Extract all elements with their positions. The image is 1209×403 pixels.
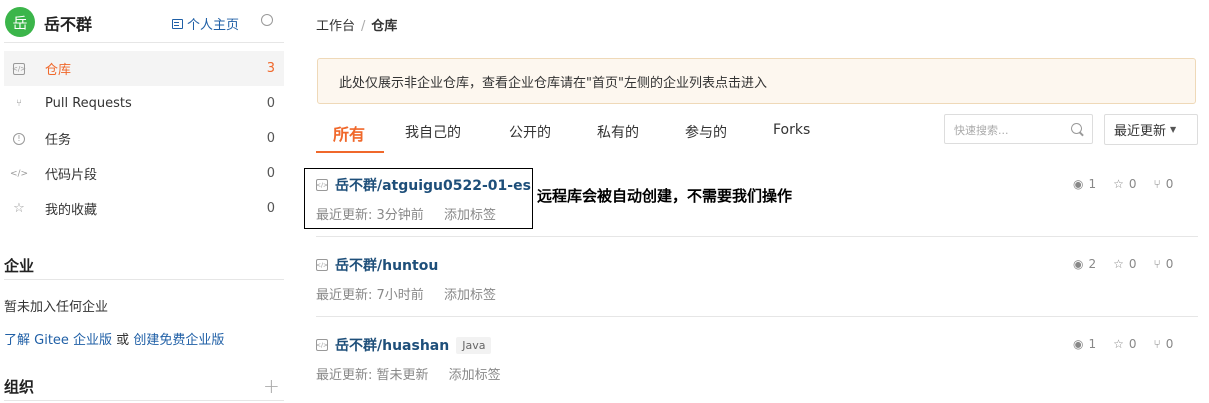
tab-active-indicator — [316, 151, 384, 153]
star-icon: ☆ — [1113, 177, 1124, 191]
fork-stat[interactable]: ⑂ 0 — [1154, 257, 1174, 271]
divider — [4, 400, 284, 401]
enterprise-links: 了解 Gitee 企业版 或 创建免费企业版 — [4, 329, 224, 348]
issue-icon: ! — [13, 132, 25, 145]
notice-text: 此处仅展示非企业仓库，查看企业仓库请在"首页"左侧的企业列表点击进入 — [339, 75, 767, 91]
divider — [316, 236, 1198, 237]
notice-banner: 此处仅展示非企业仓库，查看企业仓库请在"首页"左侧的企业列表点击进入 — [317, 58, 1196, 104]
add-tag-link[interactable]: 添加标签 — [449, 368, 501, 383]
repo-name-link[interactable]: 岳不群/atguigu0522-01-es — [335, 175, 531, 195]
eye-icon: ◉ — [1073, 177, 1084, 191]
divider — [4, 42, 284, 43]
add-tag-link[interactable]: 添加标签 — [444, 208, 496, 223]
search-icon[interactable] — [1071, 123, 1082, 134]
sidebar-item-favorites[interactable]: ☆ 我的收藏 0 — [4, 191, 284, 226]
create-enterprise-link[interactable]: 创建免费企业版 — [133, 333, 224, 348]
sidebar-item-count: 0 — [266, 96, 275, 111]
sidebar-item-label: 我的收藏 — [45, 203, 98, 218]
tab-mine[interactable]: 我自己的 — [405, 122, 461, 142]
search-box — [944, 114, 1093, 144]
repo-stats: ◉ 1 ☆ 0 ⑂ 0 — [1073, 337, 1173, 351]
repo-title: </> 岳不群/huntou — [316, 255, 438, 275]
fork-icon: ⑂ — [1153, 177, 1161, 191]
sidebar-item-count: 0 — [266, 131, 275, 146]
sidebar-item-label: 仓库 — [45, 63, 72, 78]
tab-forks[interactable]: Forks — [773, 122, 810, 138]
tab-participated[interactable]: 参与的 — [685, 122, 727, 142]
breadcrumb-separator: / — [361, 19, 366, 34]
breadcrumb-current: 仓库 — [371, 19, 398, 34]
watch-stat[interactable]: ◉ 1 — [1073, 337, 1096, 351]
username[interactable]: 岳不群 — [44, 11, 92, 35]
annotation-text: 远程库会被自动创建，不需要我们操作 — [537, 187, 793, 205]
caret-down-icon: ▼ — [1170, 125, 1177, 134]
sidebar-item-label: 代码片段 — [45, 168, 98, 183]
repo-updated: 最近更新: 7小时前 — [316, 288, 424, 303]
sidebar-item-repos[interactable]: </> 仓库 3 — [4, 51, 284, 86]
repo-stats: ◉ 1 ☆ 0 ⑂ 0 — [1073, 177, 1173, 191]
star-stat[interactable]: ☆ 0 — [1113, 257, 1136, 271]
repo-name-link[interactable]: 岳不群/huntou — [335, 255, 438, 275]
add-tag-link[interactable]: 添加标签 — [444, 288, 496, 303]
enterprise-empty-text: 暂未加入任何企业 — [4, 300, 109, 315]
language-badge: Java — [456, 336, 492, 354]
sort-dropdown[interactable]: 最近更新 ▼ — [1104, 114, 1198, 145]
repo-stats: ◉ 2 ☆ 0 ⑂ 0 — [1073, 257, 1173, 271]
enterprise-title: 企业 — [4, 257, 35, 275]
sort-label: 最近更新 — [1114, 124, 1167, 139]
homepage-link[interactable]: 个人主页 — [172, 14, 239, 33]
sidebar-item-label: 任务 — [45, 133, 72, 148]
avatar[interactable]: 岳 — [5, 7, 35, 37]
add-org-icon[interactable]: + — [263, 374, 280, 398]
sidebar-item-count: 0 — [266, 166, 275, 181]
watch-stat[interactable]: ◉ 1 — [1073, 177, 1096, 191]
star-icon: ☆ — [13, 201, 25, 216]
repo-icon: </> — [11, 62, 27, 75]
repo-updated: 最近更新: 暂未更新 — [316, 368, 429, 383]
repo-title: </> 岳不群/huashan Java — [316, 335, 492, 355]
or-text: 或 — [112, 333, 134, 348]
tab-all[interactable]: 所有 — [333, 121, 365, 145]
repo-title: </> 岳不群/atguigu0522-01-es — [316, 175, 531, 195]
tab-public[interactable]: 公开的 — [509, 122, 551, 142]
repo-meta: 最近更新: 3分钟前 添加标签 — [316, 204, 496, 223]
breadcrumb: 工作台 / 仓库 — [316, 15, 397, 34]
learn-enterprise-link[interactable]: 了解 Gitee 企业版 — [4, 333, 112, 348]
repo-meta: 最近更新: 7小时前 添加标签 — [316, 284, 496, 303]
fork-stat[interactable]: ⑂ 0 — [1154, 177, 1174, 191]
search-input[interactable] — [952, 116, 1066, 144]
fork-icon: ⑂ — [1153, 257, 1161, 271]
profile-card-icon — [172, 18, 183, 29]
star-stat[interactable]: ☆ 0 — [1113, 337, 1136, 351]
repo-updated: 最近更新: 3分钟前 — [316, 208, 424, 223]
eye-icon: ◉ — [1073, 337, 1084, 351]
fork-icon: ⑂ — [1153, 337, 1161, 351]
repo-icon: </> — [316, 179, 328, 191]
gear-icon[interactable] — [261, 14, 273, 26]
breadcrumb-workbench[interactable]: 工作台 — [316, 19, 355, 34]
repo-icon: </> — [316, 259, 328, 271]
repo-icon: </> — [316, 339, 328, 351]
eye-icon: ◉ — [1073, 257, 1084, 271]
org-title: 组织 — [4, 378, 35, 396]
homepage-label: 个人主页 — [187, 18, 240, 33]
repo-name-link[interactable]: 岳不群/huashan — [335, 335, 449, 355]
sidebar-item-count: 3 — [266, 61, 275, 76]
sidebar-item-count: 0 — [266, 201, 275, 216]
sidebar-item-pull-requests[interactable]: ⑂ Pull Requests 0 — [4, 86, 284, 121]
star-icon: ☆ — [1113, 257, 1124, 271]
divider — [316, 316, 1198, 317]
star-stat[interactable]: ☆ 0 — [1113, 177, 1136, 191]
pull-request-icon: ⑂ — [16, 98, 22, 109]
repo-meta: 最近更新: 暂未更新 添加标签 — [316, 364, 501, 383]
sidebar-item-snippets[interactable]: </> 代码片段 0 — [4, 156, 284, 191]
tab-private[interactable]: 私有的 — [597, 122, 639, 142]
divider — [4, 279, 284, 280]
star-icon: ☆ — [1113, 337, 1124, 351]
code-icon: </> — [9, 168, 29, 179]
fork-stat[interactable]: ⑂ 0 — [1154, 337, 1174, 351]
watch-stat[interactable]: ◉ 2 — [1073, 257, 1096, 271]
sidebar-item-label: Pull Requests — [45, 96, 132, 111]
sidebar-item-issues[interactable]: ! 任务 0 — [4, 121, 284, 156]
